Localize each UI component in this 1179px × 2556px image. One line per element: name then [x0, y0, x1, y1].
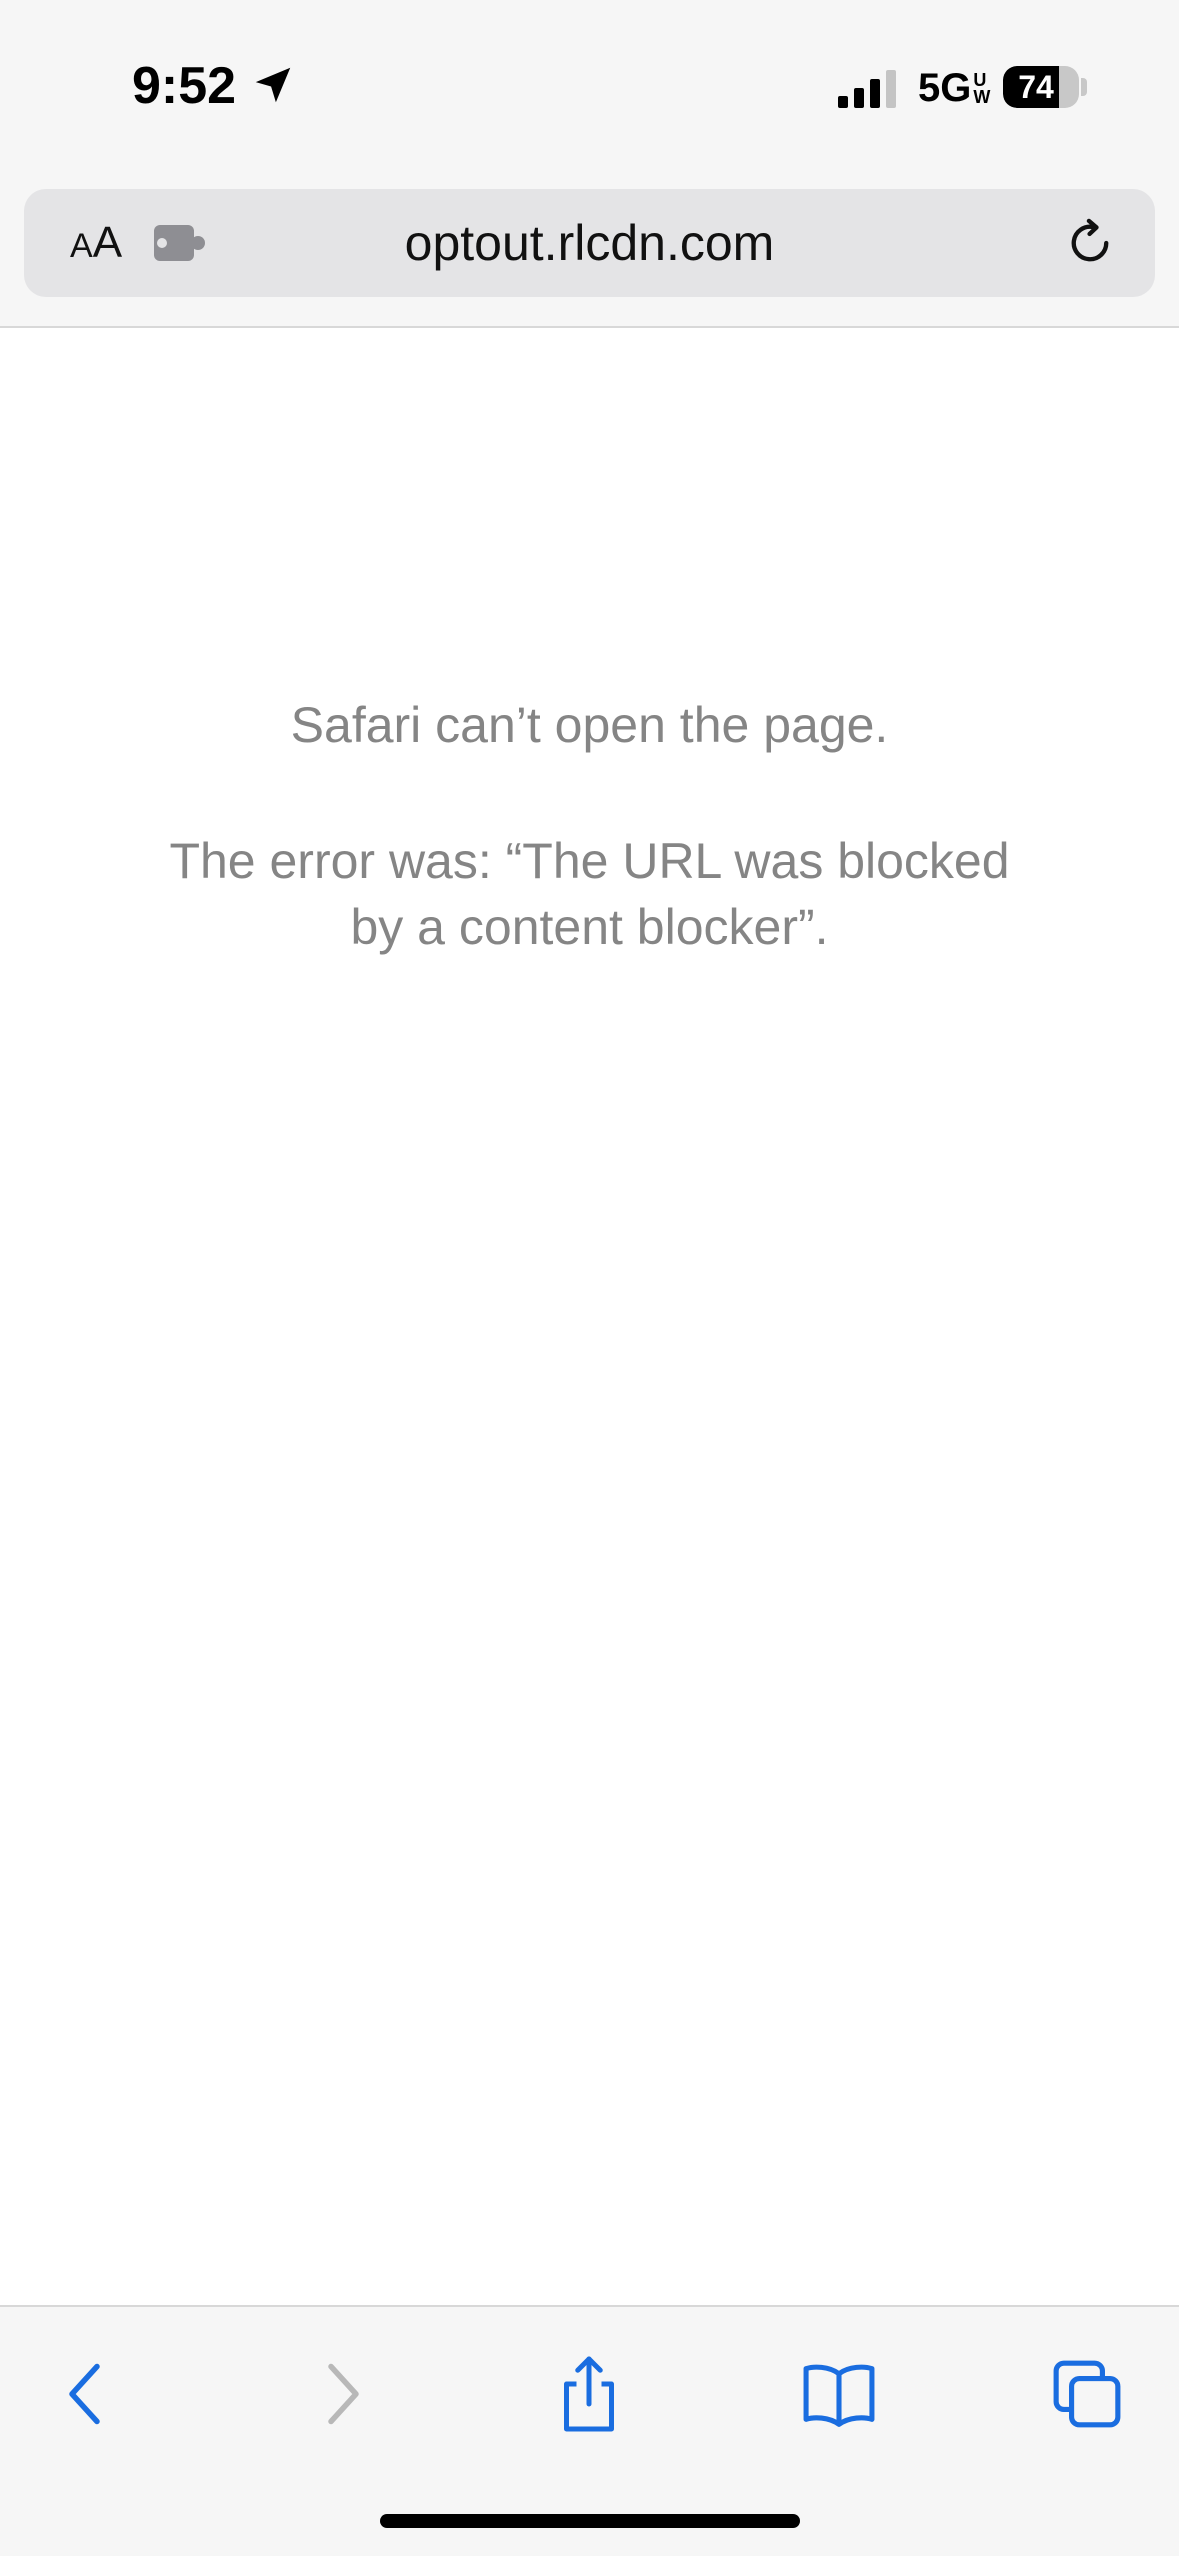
home-indicator[interactable] — [380, 2514, 800, 2528]
network-subtype: U W — [973, 69, 991, 107]
battery-icon: 74 — [1003, 66, 1079, 108]
error-title: Safari can’t open the page. — [290, 697, 889, 753]
network-indicator: 5G U W — [918, 66, 990, 111]
bookmarks-icon — [803, 2364, 875, 2427]
tabs-icon — [1053, 2360, 1121, 2428]
battery-tip — [1081, 78, 1087, 96]
back-button[interactable] — [42, 2349, 132, 2439]
share-icon — [564, 2356, 614, 2432]
forward-icon — [328, 2363, 359, 2425]
cellular-signal-icon — [838, 70, 896, 108]
browser-top-chrome: 9:52 5G U W 74 AA optout.rlcdn.com — [0, 0, 1179, 328]
error-detail: The error was: “The URL was blocked by a… — [169, 833, 1010, 955]
battery-level: 74 — [1018, 69, 1054, 105]
network-sub-bottom: W — [973, 86, 991, 107]
tabs-button[interactable] — [1042, 2349, 1132, 2439]
network-type: 5G — [918, 66, 972, 110]
reload-icon[interactable] — [1064, 217, 1116, 269]
location-arrow-icon — [255, 67, 291, 103]
share-button[interactable] — [544, 2349, 634, 2439]
status-time: 9:52 — [132, 57, 237, 115]
network-sub-top: U — [973, 69, 987, 90]
address-bar[interactable]: AA optout.rlcdn.com — [24, 189, 1155, 297]
status-bar: 9:52 5G U W 74 — [0, 0, 1179, 175]
page-content: Safari can’t open the page. The error wa… — [0, 330, 1179, 2305]
back-icon — [69, 2363, 100, 2425]
forward-button[interactable] — [296, 2349, 386, 2439]
bookmarks-button[interactable] — [794, 2349, 884, 2439]
url-text[interactable]: optout.rlcdn.com — [24, 189, 1155, 297]
